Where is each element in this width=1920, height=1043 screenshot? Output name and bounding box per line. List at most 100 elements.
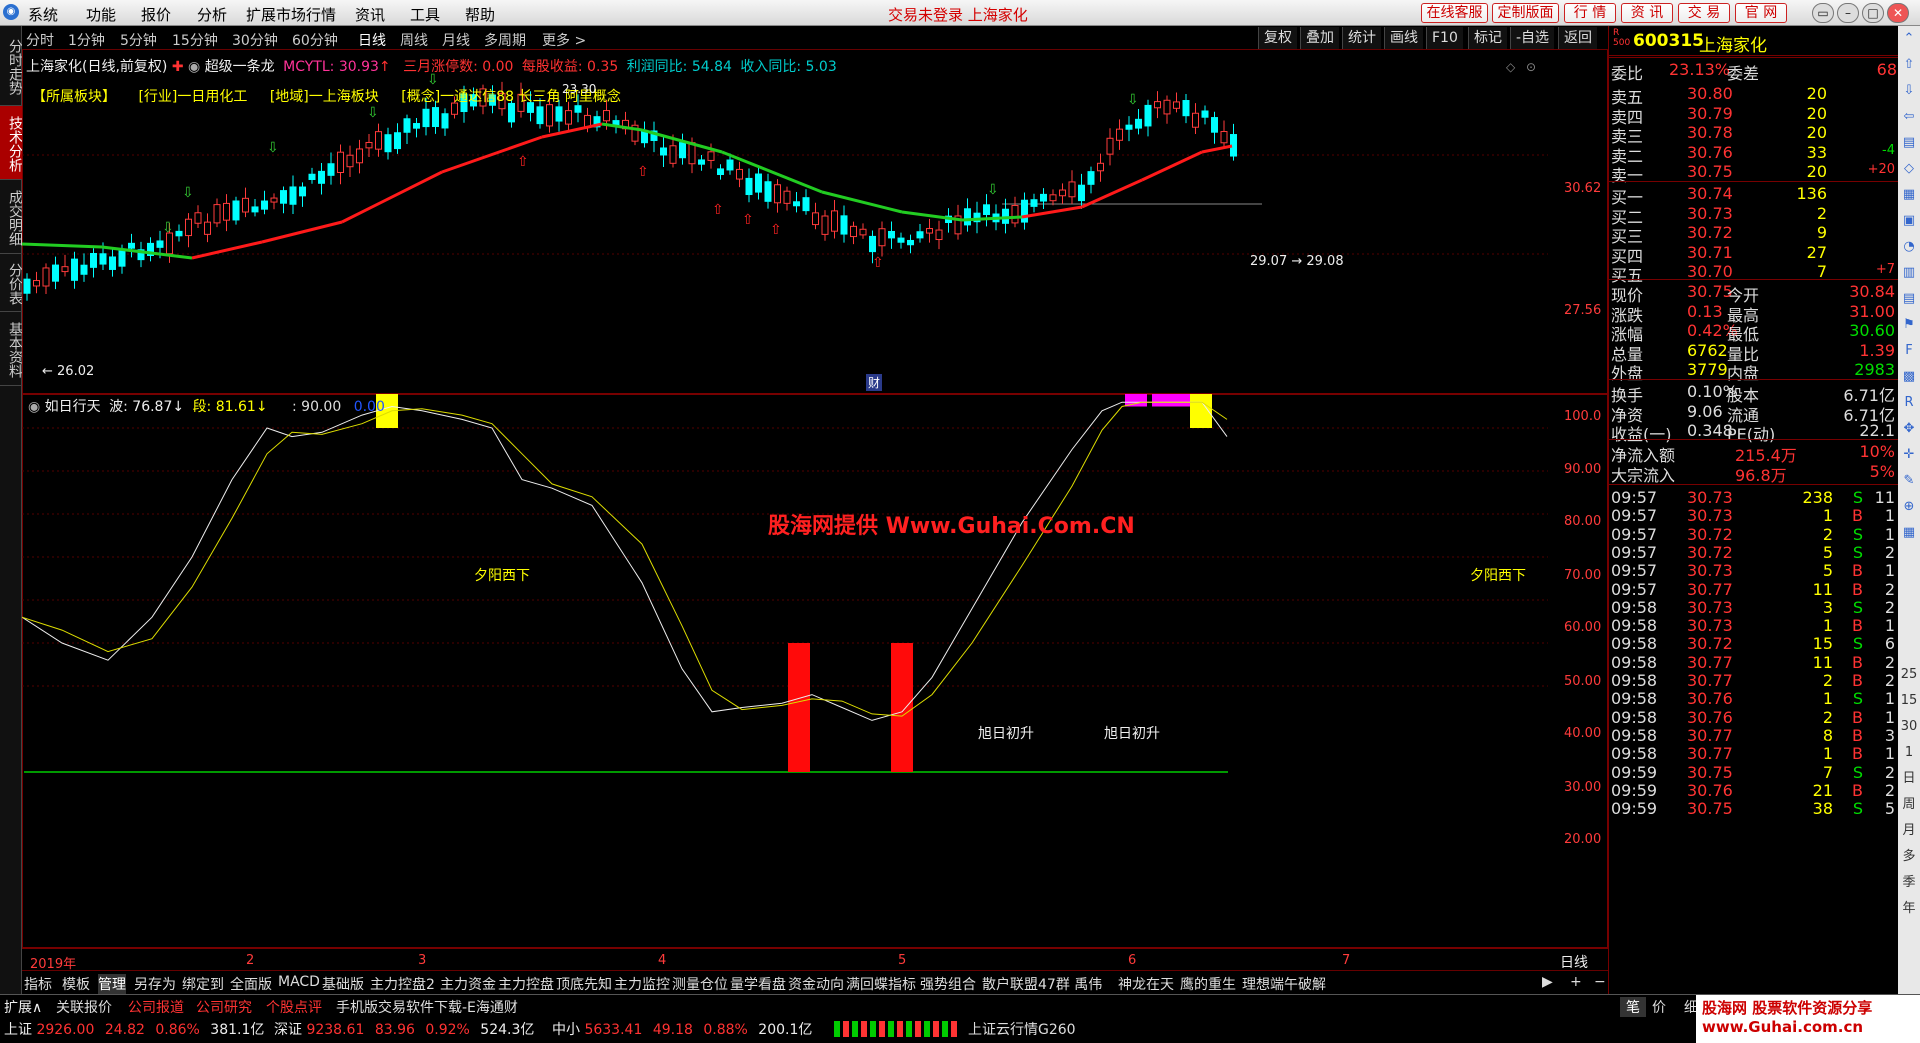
- map-icon[interactable]: ▩: [1900, 368, 1918, 386]
- list-icon[interactable]: ▤: [1900, 134, 1918, 152]
- tab-scroll-right-icon[interactable]: ▶: [1542, 974, 1553, 990]
- flow-row[interactable]: 大宗流入 96.8万 5%: [1611, 462, 1897, 485]
- website-button[interactable]: 官 网: [1735, 3, 1787, 23]
- menu-analysis[interactable]: 分析: [197, 4, 227, 25]
- stats-button[interactable]: 统计: [1342, 27, 1381, 49]
- template-tab[interactable]: 资金动向: [788, 974, 844, 994]
- index-zx[interactable]: 中小 5633.41 49.18 0.88% 200.1亿: [552, 1019, 812, 1039]
- tab-1min[interactable]: 1分钟: [68, 30, 105, 50]
- template-tab[interactable]: 基础版: [322, 974, 364, 994]
- minimize-icon[interactable]: –: [1837, 3, 1859, 23]
- move-icon[interactable]: ✥: [1900, 420, 1918, 438]
- period-shortcut-icon[interactable]: 15: [1900, 692, 1918, 710]
- nav-trades[interactable]: 成交明细: [0, 180, 23, 254]
- chart-settings-icon[interactable]: ⊙: [1526, 60, 1536, 74]
- template-tab[interactable]: 主力控盘: [498, 974, 554, 994]
- period-shortcut-icon[interactable]: 日: [1900, 770, 1918, 788]
- adjust-button[interactable]: 复权: [1258, 27, 1297, 49]
- template-tab[interactable]: 散户联盟47群 禹伟: [982, 974, 1102, 994]
- sector-industry[interactable]: [行业]一日用化工: [138, 89, 247, 105]
- online-service-button[interactable]: 在线客服: [1421, 3, 1488, 23]
- draw-line-button[interactable]: 画线: [1384, 27, 1423, 49]
- tab-5min[interactable]: 5分钟: [120, 30, 157, 50]
- template-tab[interactable]: 另存为: [134, 974, 176, 994]
- pen-icon[interactable]: ✎: [1900, 472, 1918, 490]
- app-logo-icon[interactable]: ◉: [3, 4, 19, 20]
- menu-info[interactable]: 资讯: [355, 4, 385, 25]
- chart-icon[interactable]: ◇: [1900, 160, 1918, 178]
- expand-button[interactable]: 扩展∧: [4, 997, 42, 1017]
- sector-heading[interactable]: 【所属板块】: [32, 89, 116, 105]
- pie-icon[interactable]: ◔: [1900, 238, 1918, 256]
- template-tab[interactable]: 全面版: [230, 974, 272, 994]
- formula-dropdown-icon[interactable]: ◉: [188, 59, 200, 75]
- nav-intraday[interactable]: 分时走势: [0, 26, 23, 106]
- add-watchlist-button[interactable]: -自选: [1510, 27, 1555, 49]
- rsi-icon[interactable]: R: [1900, 394, 1918, 412]
- close-icon[interactable]: ✕: [1887, 3, 1909, 23]
- status-tab[interactable]: 价: [1652, 997, 1666, 1017]
- flag-icon[interactable]: ⚑: [1900, 316, 1918, 334]
- tab-multi-period[interactable]: 多周期: [484, 30, 526, 50]
- tab-30min[interactable]: 30分钟: [232, 30, 278, 50]
- period-shortcut-icon[interactable]: 30: [1900, 718, 1918, 736]
- maximize-icon[interactable]: □: [1862, 3, 1884, 23]
- tab-daily[interactable]: 日线: [358, 30, 386, 50]
- period-shortcut-icon[interactable]: 年: [1900, 900, 1918, 918]
- template-tab[interactable]: 测量仓位: [672, 974, 728, 994]
- site-ad-banner[interactable]: 股海网 股票软件资源分享 www.Guhai.com.cn: [1696, 995, 1920, 1043]
- period-shortcut-icon[interactable]: 1: [1900, 744, 1918, 762]
- template-tab[interactable]: 绑定到: [182, 974, 224, 994]
- template-tab[interactable]: 主力资金: [440, 974, 496, 994]
- left-arrow-icon[interactable]: ⇩: [1900, 82, 1918, 100]
- stock-review-link[interactable]: 个股点评: [266, 997, 322, 1017]
- chart-close-icon[interactable]: ◇: [1506, 60, 1515, 74]
- menu-extended-market[interactable]: 扩展市场行情: [246, 4, 336, 25]
- finance-marker[interactable]: 财: [866, 374, 883, 391]
- indicator-name[interactable]: 如日行天: [45, 399, 101, 415]
- compass-icon[interactable]: ✛: [1900, 446, 1918, 464]
- template-tab[interactable]: 量学看盘: [730, 974, 786, 994]
- period-shortcut-icon[interactable]: 多: [1900, 848, 1918, 866]
- custom-layout-button[interactable]: 定制版面: [1492, 3, 1559, 23]
- template-tab[interactable]: 模板: [62, 974, 90, 994]
- grid-icon[interactable]: ▦: [1900, 186, 1918, 204]
- index-sh[interactable]: 上证 2926.00 24.82 0.86% 381.1亿: [4, 1019, 264, 1039]
- trade-button[interactable]: 交 易: [1678, 3, 1730, 23]
- stock-code[interactable]: 600315: [1633, 31, 1704, 51]
- grid2-icon[interactable]: ▦: [1900, 524, 1918, 542]
- expand-icon[interactable]: ⇦: [1900, 108, 1918, 126]
- company-research-link[interactable]: 公司研究: [196, 997, 252, 1017]
- menu-system[interactable]: 系统: [28, 4, 58, 25]
- sector-region[interactable]: [地域]一上海板块: [270, 89, 379, 105]
- quote-button[interactable]: 行 情: [1564, 3, 1616, 23]
- tab-15min[interactable]: 15分钟: [172, 30, 218, 50]
- mark-button[interactable]: 标记: [1468, 27, 1507, 49]
- menu-function[interactable]: 功能: [86, 4, 116, 25]
- nav-technical[interactable]: 技术分析: [0, 106, 23, 180]
- company-report-link[interactable]: 公司报道: [128, 997, 184, 1017]
- cloud-quote-label[interactable]: 上证云行情G260: [968, 1019, 1076, 1039]
- stock-name[interactable]: 上海家化: [1699, 31, 1767, 56]
- kline-chart[interactable]: ⇩⇩⇩⇩⇩⇩⇩⇧⇧⇧⇧⇧⇧: [22, 62, 1548, 394]
- window-icon[interactable]: ▣: [1900, 212, 1918, 230]
- template-tab[interactable]: 管理: [98, 974, 126, 994]
- tick-row[interactable]: 09:59 30.75 38 S 5: [1611, 799, 1897, 821]
- formula-name[interactable]: 超级一条龙: [205, 59, 275, 75]
- nav-price-table[interactable]: 分价表: [0, 254, 23, 312]
- up-arrow-icon[interactable]: ⌃: [1900, 30, 1918, 48]
- overlay-button[interactable]: 叠加: [1300, 27, 1339, 49]
- menu-tools[interactable]: 工具: [410, 4, 440, 25]
- news-button[interactable]: 资 讯: [1621, 3, 1673, 23]
- down-arrow-icon[interactable]: ⇧: [1900, 56, 1918, 74]
- index-sz[interactable]: 深证 9238.61 83.96 0.92% 524.3亿: [274, 1019, 534, 1039]
- indicator-chart[interactable]: [22, 394, 1548, 948]
- status-tab[interactable]: 笔: [1620, 997, 1646, 1017]
- nav-fundamentals[interactable]: 基本资料: [0, 312, 23, 386]
- stats-icon[interactable]: ▤: [1900, 290, 1918, 308]
- template-tab[interactable]: MACD: [278, 974, 320, 990]
- tab-intraday[interactable]: 分时: [26, 30, 54, 50]
- template-tab[interactable]: 指标: [24, 974, 52, 994]
- tab-monthly[interactable]: 月线: [442, 30, 470, 50]
- period-shortcut-icon[interactable]: 周: [1900, 796, 1918, 814]
